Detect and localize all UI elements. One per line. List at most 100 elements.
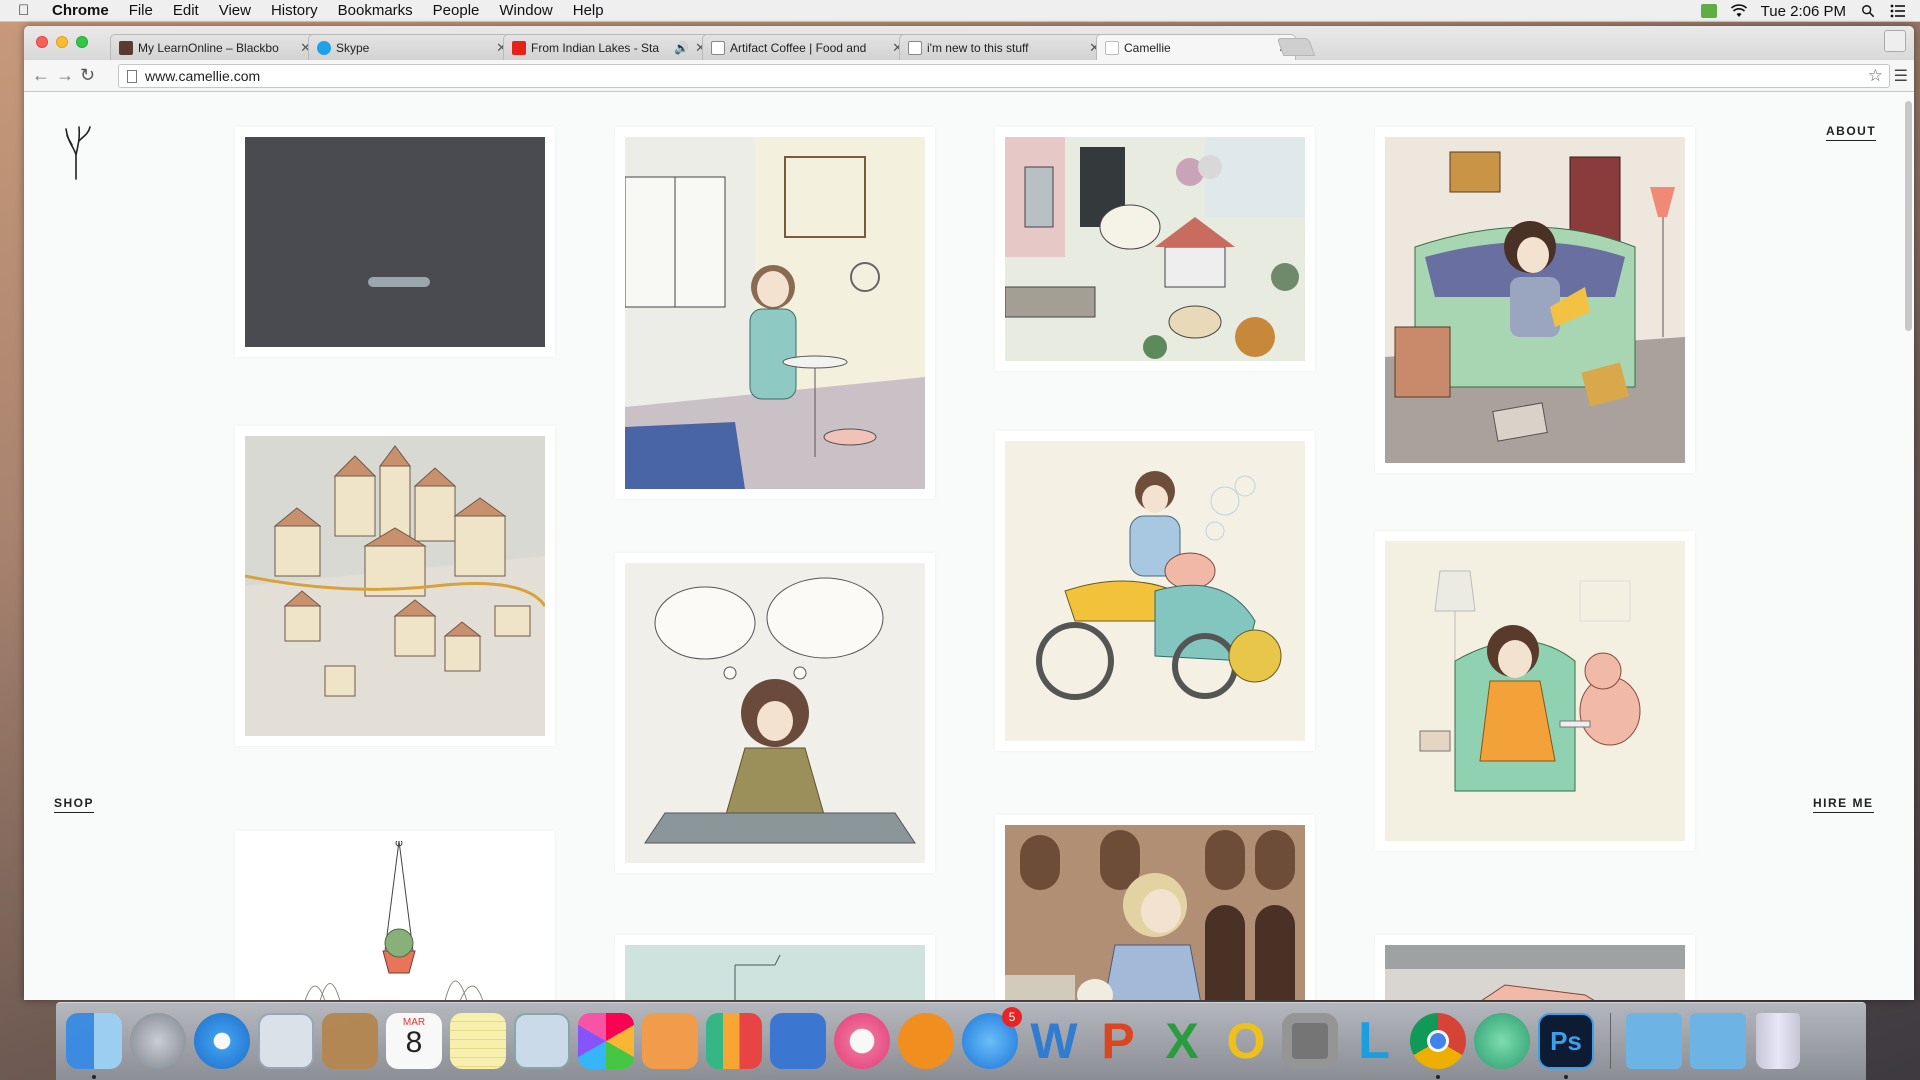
lync-icon[interactable]: L [1346,1013,1402,1069]
gallery-card-tea[interactable] [615,127,935,499]
calendar-icon[interactable]: MAR 8 [386,1013,442,1069]
tab-skype[interactable]: Skype ✕ [308,34,514,60]
menu-view[interactable]: View [219,2,251,19]
notification-center-icon[interactable] [1890,4,1906,18]
running-indicator [1436,1075,1440,1079]
notes-icon[interactable] [450,1013,506,1069]
bookmark-star-icon[interactable]: ☆ [1868,66,1883,86]
audio-playing-icon[interactable]: 🔊 [674,41,689,55]
dock: MAR 8 5 W P X O L Ps [56,1002,1866,1080]
tab-learnonline[interactable]: My LearnOnline – Blackbo ✕ [110,34,318,60]
gallery-card-armchair[interactable] [1375,531,1695,851]
menu-app-chrome[interactable]: Chrome [52,2,109,19]
close-window-button[interactable] [36,36,48,48]
hanging-plant-drawing [304,841,484,1000]
contacts-icon[interactable] [322,1013,378,1069]
gallery-card-sidecar[interactable] [995,431,1315,751]
atom-icon[interactable] [1474,1013,1530,1069]
page-icon [127,70,137,83]
reload-icon[interactable]: ↻ [80,65,95,86]
app-store-icon[interactable]: 5 [962,1007,1022,1069]
chrome-icon[interactable] [1410,1013,1466,1069]
evernote-status-icon[interactable] [1700,4,1717,18]
back-arrow-icon[interactable]: ← [32,65,50,86]
gallery-card-toys[interactable] [995,127,1315,371]
about-link[interactable]: ABOUT [1826,124,1877,141]
outlook-icon[interactable]: O [1218,1013,1274,1069]
url-text[interactable]: www.camellie.com [145,68,260,84]
powerpoint-icon[interactable]: P [1090,1013,1146,1069]
spotlight-search-icon[interactable] [1860,4,1876,18]
tab-camellie[interactable]: Camellie ✕ [1096,34,1296,60]
profile-icon[interactable] [1884,30,1906,52]
gallery-card-town[interactable] [235,426,555,746]
girl-sofa-laptop [1385,137,1685,463]
menu-bookmarks[interactable]: Bookmarks [338,2,413,19]
menu-help[interactable]: Help [573,2,604,19]
browser-toolbar: ← → ↻ www.camellie.com ☆ ☰ [24,60,1914,92]
itunes-icon[interactable] [834,1013,890,1069]
gallery-card-sofa[interactable] [1375,127,1695,473]
app-store-badge: 5 [1002,1007,1022,1027]
downloads-folder-icon[interactable] [1626,1013,1682,1069]
menu-edit[interactable]: Edit [173,2,199,19]
gallery-card-loading[interactable] [235,127,555,357]
pages-icon[interactable] [642,1013,698,1069]
menu-people[interactable]: People [433,2,480,19]
gallery-card-roof[interactable] [1375,935,1695,1000]
meditating-girl-drawing [625,563,925,863]
tab-artifact-coffee[interactable]: Artifact Coffee | Food and ✕ [702,34,910,60]
window-sketch-drawing [734,954,781,1000]
tab-title: Camellie [1124,40,1171,55]
chrome-menu-icon[interactable]: ☰ [1894,66,1908,86]
toy-room-drawing [1005,137,1305,361]
numbers-icon[interactable] [706,1013,762,1069]
menu-file[interactable]: File [129,2,153,19]
gallery-card-plant[interactable] [235,831,555,1000]
photos-icon[interactable] [578,1013,634,1069]
gallery-card-street[interactable] [995,815,1315,1000]
page-scrollbar[interactable] [1905,101,1912,331]
blackboard-favicon-icon [119,40,133,55]
hire-me-link[interactable]: HIRE ME [1813,796,1874,813]
trash-icon[interactable] [1756,1013,1800,1069]
web-page: ABOUT SHOP HIRE ME [24,93,1914,1000]
calendar-day: 8 [405,1026,423,1059]
address-bar[interactable]: www.camellie.com ☆ [118,64,1890,88]
wifi-icon[interactable] [1730,4,1747,18]
shop-link[interactable]: SHOP [54,796,95,813]
youtube-favicon-icon [512,40,526,55]
excel-icon[interactable]: X [1154,1013,1210,1069]
menu-history[interactable]: History [271,2,318,19]
window-sketch [625,945,925,1000]
keynote-icon[interactable] [770,1013,826,1069]
safari-icon[interactable] [194,1013,250,1069]
apple-icon[interactable]:  [18,2,40,19]
ibooks-icon[interactable] [898,1013,954,1069]
documents-folder-icon[interactable] [1690,1013,1746,1069]
photoshop-icon[interactable]: Ps [1538,1013,1594,1069]
system-preferences-icon[interactable] [1282,1013,1338,1069]
chrome-center [1427,1030,1449,1052]
minimize-window-button[interactable] [56,36,68,48]
tab-strip: My LearnOnline – Blackbo ✕ Skype ✕ From … [24,26,1914,60]
girl-tea-kitchen-drawing [625,137,925,489]
menu-window[interactable]: Window [499,2,552,19]
gallery-card-window[interactable] [615,935,935,1000]
forward-arrow-icon[interactable]: → [56,65,74,86]
tab-new-to-this-stuff[interactable]: i'm new to this stuff ✕ [899,34,1107,60]
zoom-window-button[interactable] [76,36,88,48]
preview-icon[interactable] [514,1013,570,1069]
new-tab-button[interactable] [1276,38,1316,56]
word-icon[interactable]: W [1026,1013,1082,1069]
gallery-card-meditate[interactable] [615,553,935,873]
tree-logo-icon[interactable] [62,121,94,181]
clock[interactable]: Tue 2:06 PM [1761,3,1846,20]
tab-title: My LearnOnline – Blackbo [138,40,279,55]
finder-icon[interactable] [66,1013,122,1069]
launchpad-icon[interactable] [130,1013,186,1069]
motorbike-sidecar-drawing [1005,441,1305,741]
mail-icon[interactable] [258,1013,314,1069]
running-indicator [92,1075,96,1079]
tab-youtube[interactable]: From Indian Lakes - Sta 🔊 ✕ [503,34,713,60]
